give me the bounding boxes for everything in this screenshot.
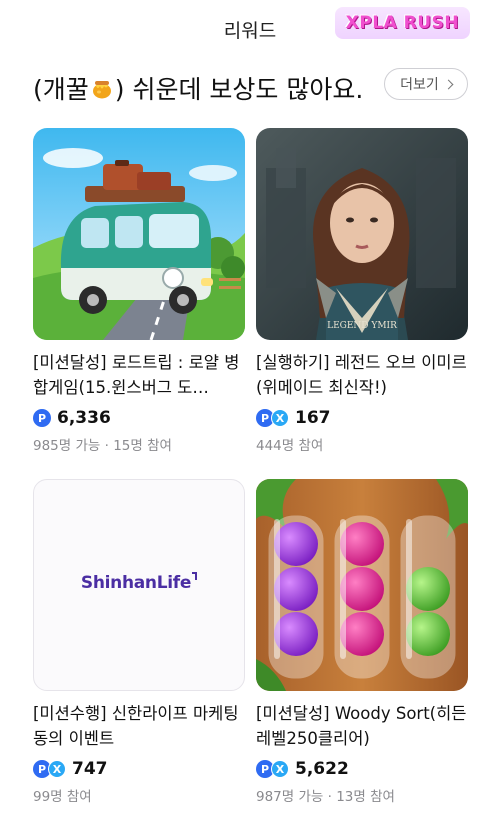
road-trip-van-art — [33, 128, 245, 340]
participants-count: 99명 참여 — [33, 789, 92, 805]
woody-sort-tubes-art — [256, 479, 468, 691]
section-title-prefix: (개꿀 — [33, 75, 89, 104]
card-title[interactable]: [미션수행] 신한라이프 마케팅동의 이벤트 — [33, 701, 245, 751]
reward-card-shinhanlife[interactable]: ShinhanLife [미션수행] 신한라이프 마케팅동의 이벤트 P X 7… — [33, 479, 245, 805]
xpla-icon: X — [271, 409, 289, 427]
reward-value: 6,336 — [57, 408, 111, 428]
reward-value: 747 — [72, 759, 108, 779]
reward-row: P X 747 — [33, 757, 245, 781]
card-title[interactable]: [실행하기] 레전드 오브 이미르 (위메이드 최신작!) — [256, 350, 468, 400]
participants-count: 444명 참여 — [256, 438, 324, 454]
reward-row: P X 167 — [256, 406, 468, 430]
legend-of-ymir-thumbnail[interactable]: LEGEND YMIR — [256, 128, 468, 340]
more-button-label: 더보기 — [400, 77, 439, 93]
ymir-logo-text: LEGEND YMIR — [327, 321, 397, 331]
shinhanlife-mark-icon — [192, 572, 198, 580]
reward-row: P X 5,622 — [256, 757, 468, 781]
legend-of-ymir-art: LEGEND YMIR — [256, 128, 468, 340]
shinhanlife-logo: ShinhanLife — [34, 572, 244, 593]
xpla-icon: X — [48, 760, 66, 778]
reward-value: 167 — [295, 408, 331, 428]
reward-card-woody-sort[interactable]: [미션달성] Woody Sort(히든레벨250클리어) P X 5,622 … — [256, 479, 468, 805]
xpla-icon: X — [271, 760, 289, 778]
road-trip-thumbnail[interactable] — [33, 128, 245, 340]
top-bar: 리워드 XPLA RUSH — [0, 0, 500, 58]
woody-sort-thumbnail[interactable] — [256, 479, 468, 691]
point-icon: P — [33, 409, 51, 427]
participants-count: 985명 가능 · 15명 참여 — [33, 438, 172, 454]
shinhanlife-thumbnail[interactable]: ShinhanLife — [33, 479, 245, 691]
more-button[interactable]: 더보기 — [384, 68, 468, 100]
reward-card-road-trip[interactable]: [미션달성] 로드트립 : 로얄 병합게임(15.윈스버그 도… P 6,336… — [33, 128, 245, 454]
reward-card-legend-of-ymir[interactable]: LEGEND YMIR [실행하기] 레전드 오브 이미르 (위메이드 최신작!… — [256, 128, 468, 454]
card-title[interactable]: [미션달성] 로드트립 : 로얄 병합게임(15.윈스버그 도… — [33, 350, 245, 400]
section-title-suffix: ) 쉬운데 보상도 많아요. — [114, 75, 364, 104]
shinhanlife-logo-text: ShinhanLife — [80, 573, 192, 593]
honey-pot-icon — [92, 81, 111, 99]
section-title: (개꿀 ) 쉬운데 보상도 많아요. — [33, 70, 363, 106]
chevron-right-icon — [443, 79, 454, 89]
reward-row: P 6,336 — [33, 406, 245, 430]
xpla-rush-badge[interactable]: XPLA RUSH — [334, 7, 470, 39]
xpla-rush-label: XPLA RUSH — [345, 13, 459, 33]
reward-value: 5,622 — [295, 759, 349, 779]
participants-count: 987명 가능 · 13명 참여 — [256, 789, 395, 805]
card-title[interactable]: [미션달성] Woody Sort(히든레벨250클리어) — [256, 701, 468, 751]
